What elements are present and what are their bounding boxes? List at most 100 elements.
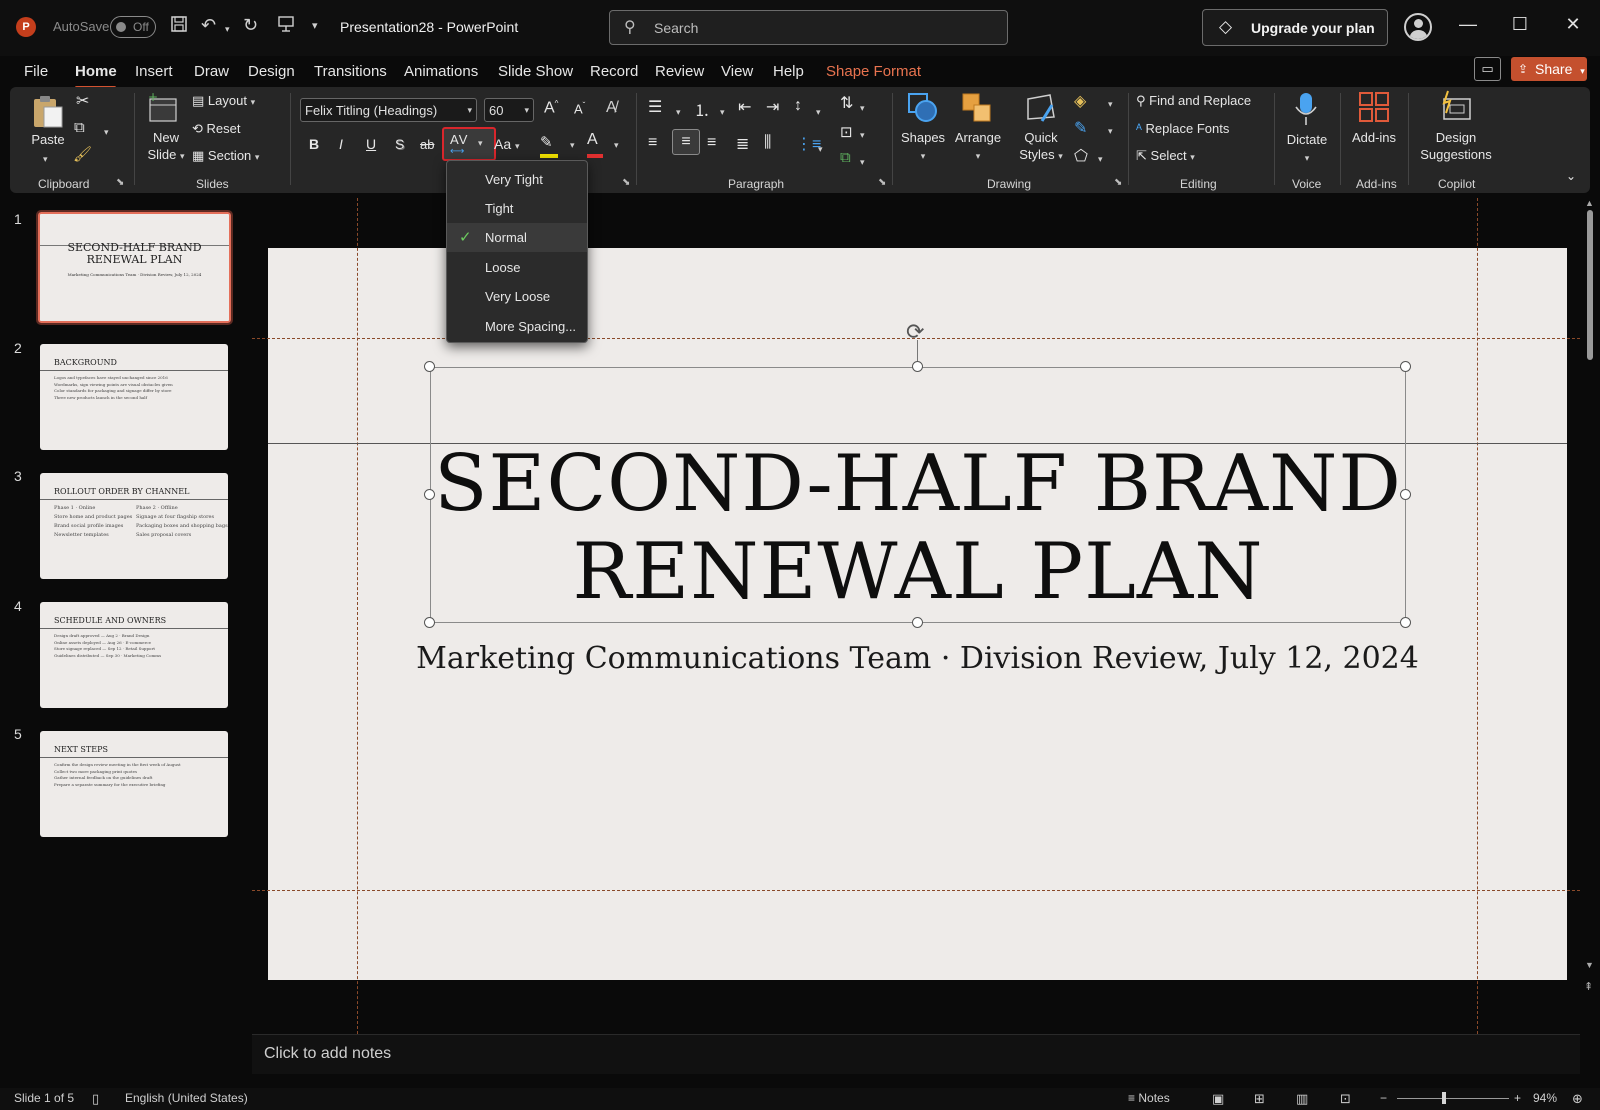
- redo-icon[interactable]: ↻: [243, 15, 258, 36]
- zoom-in-icon[interactable]: +: [1514, 1091, 1521, 1105]
- shape-fill-icon[interactable]: ◈: [1074, 91, 1086, 111]
- undo-dropdown-icon[interactable]: ▾: [225, 20, 230, 35]
- paste-icon[interactable]: [30, 93, 64, 129]
- slide-sorter-icon[interactable]: ⊞: [1254, 1091, 1265, 1107]
- reading-view-icon[interactable]: ▥: [1296, 1091, 1308, 1107]
- text-direction-dropdown-icon[interactable]: ▾: [860, 99, 865, 114]
- cut-icon[interactable]: ✂: [76, 91, 89, 111]
- strikethrough-button[interactable]: ab: [420, 137, 434, 152]
- notes-toggle[interactable]: ≡ Notes: [1128, 1091, 1170, 1105]
- present-icon[interactable]: [277, 15, 295, 38]
- tab-draw[interactable]: Draw: [194, 63, 229, 80]
- text-shadow-button[interactable]: S: [395, 136, 404, 152]
- underline-button[interactable]: U: [366, 136, 376, 152]
- arrange-icon[interactable]: [960, 91, 994, 128]
- text-direction-icon[interactable]: ⇅: [840, 93, 853, 113]
- dictate-button[interactable]: Dictate ▾: [1282, 131, 1332, 167]
- highlight-color-button[interactable]: ✎: [540, 133, 558, 158]
- font-size-select[interactable]: 60 ▾: [484, 98, 534, 122]
- clipboard-launcher-icon[interactable]: ⬊: [116, 177, 124, 188]
- search-box[interactable]: ⚲ Search: [609, 10, 1008, 45]
- language-indicator[interactable]: English (United States): [125, 1091, 248, 1105]
- change-case-button[interactable]: Aa ▾: [494, 136, 520, 152]
- zoom-out-icon[interactable]: −: [1380, 1091, 1387, 1105]
- add-ins-icon[interactable]: [1358, 91, 1390, 126]
- resize-handle[interactable]: [424, 361, 435, 372]
- shape-fill-dropdown-icon[interactable]: ▾: [1108, 95, 1113, 110]
- find-replace-button[interactable]: ⚲ Find and Replace: [1136, 93, 1251, 109]
- vertical-scrollbar[interactable]: ▲ ▼ ⇞: [1584, 198, 1596, 1013]
- section-button[interactable]: ▦ Section ▾: [192, 148, 259, 164]
- comments-icon[interactable]: ▭: [1474, 57, 1501, 81]
- slide-subtitle[interactable]: Marketing Communications Team · Division…: [268, 641, 1567, 676]
- align-text-icon[interactable]: ⊡: [840, 123, 853, 141]
- slide-thumbnail-2[interactable]: BACKGROUND Logos and typefaces have stay…: [40, 344, 228, 450]
- columns-dropdown-icon[interactable]: ▾: [818, 140, 823, 155]
- customize-qat-icon[interactable]: ▾: [312, 19, 318, 32]
- design-suggestions-icon[interactable]: [1438, 89, 1474, 126]
- bullets-dropdown-icon[interactable]: ▾: [676, 103, 681, 118]
- zoom-level[interactable]: 94%: [1533, 1091, 1557, 1105]
- arrange-button[interactable]: Arrange ▾: [952, 129, 1004, 165]
- scroll-down-icon[interactable]: ▼: [1585, 960, 1594, 970]
- collapse-ribbon-icon[interactable]: ⌄: [1566, 169, 1576, 183]
- design-suggestions-button[interactable]: Design Suggestions: [1418, 129, 1494, 163]
- shapes-icon[interactable]: [906, 91, 940, 128]
- decrease-font-size-icon[interactable]: Aˇ: [574, 101, 585, 116]
- paragraph-launcher-icon[interactable]: ⬊: [878, 177, 886, 188]
- shape-effects-dropdown-icon[interactable]: ▾: [1098, 150, 1103, 165]
- resize-handle[interactable]: [1400, 617, 1411, 628]
- minimize-icon[interactable]: —: [1453, 14, 1483, 35]
- align-left-icon[interactable]: ≡: [648, 134, 657, 152]
- slide-title[interactable]: SECOND-HALF BRAND RENEWAL PLAN: [430, 440, 1406, 616]
- line-spacing-dropdown-icon[interactable]: ▾: [816, 103, 821, 118]
- avatar[interactable]: [1404, 13, 1432, 41]
- select-button[interactable]: ⇱ Select ▾: [1136, 148, 1195, 164]
- menu-item-loose[interactable]: Loose: [447, 253, 587, 282]
- paste-button[interactable]: Paste: [28, 131, 68, 148]
- accessibility-icon[interactable]: ▯: [92, 1091, 99, 1107]
- align-text-dropdown-icon[interactable]: ▾: [860, 126, 865, 141]
- quick-styles-icon[interactable]: [1024, 91, 1058, 128]
- scroll-up-icon[interactable]: ▲: [1585, 198, 1594, 208]
- tab-review[interactable]: Review: [655, 63, 704, 80]
- reset-button[interactable]: ⟲ Reset: [192, 121, 241, 137]
- resize-handle[interactable]: [1400, 361, 1411, 372]
- character-spacing-button[interactable]: AV ⟷ ▾: [442, 127, 496, 161]
- drawing-launcher-icon[interactable]: ⬊: [1114, 177, 1122, 188]
- menu-item-normal[interactable]: ✓ Normal: [447, 223, 587, 252]
- smartart-dropdown-icon[interactable]: ▾: [860, 153, 865, 168]
- font-color-dropdown-icon[interactable]: ▾: [614, 136, 619, 151]
- paste-dropdown-icon[interactable]: ▾: [43, 150, 48, 165]
- undo-icon[interactable]: ↶: [201, 15, 216, 36]
- tab-insert[interactable]: Insert: [135, 63, 173, 80]
- quick-styles-button[interactable]: Quick Styles ▾: [1014, 129, 1068, 165]
- notes-pane[interactable]: Click to add notes: [252, 1034, 1580, 1074]
- format-painter-icon[interactable]: 🖌: [73, 145, 92, 163]
- increase-font-size-icon[interactable]: A^: [544, 99, 558, 117]
- copy-dropdown-icon[interactable]: ▾: [104, 123, 109, 138]
- align-right-icon[interactable]: ≡: [707, 134, 716, 152]
- slide-thumbnail-4[interactable]: SCHEDULE AND OWNERS Design draft approve…: [40, 602, 228, 708]
- tab-view[interactable]: View: [721, 63, 753, 80]
- save-icon[interactable]: [170, 15, 188, 38]
- numbering-icon[interactable]: ⒈: [694, 97, 710, 121]
- tab-file[interactable]: File: [24, 63, 48, 80]
- bullets-icon[interactable]: ☰: [648, 97, 662, 117]
- menu-item-tight[interactable]: Tight: [447, 194, 587, 223]
- maximize-icon[interactable]: ☐: [1505, 14, 1535, 35]
- shape-outline-dropdown-icon[interactable]: ▾: [1108, 122, 1113, 137]
- italic-button[interactable]: I: [339, 136, 343, 152]
- slideshow-view-icon[interactable]: ⊡: [1340, 1091, 1351, 1107]
- menu-item-more-spacing[interactable]: More Spacing...: [447, 312, 587, 341]
- layout-button[interactable]: ▤ Layout ▾: [192, 93, 255, 109]
- font-launcher-icon[interactable]: ⬊: [622, 177, 630, 188]
- shapes-button[interactable]: Shapes ▾: [900, 129, 946, 165]
- shape-outline-icon[interactable]: ✎: [1074, 118, 1087, 138]
- slide-thumbnail-1[interactable]: SECOND-HALF BRAND RENEWAL PLAN Marketing…: [36, 210, 233, 325]
- line-spacing-icon[interactable]: ↕: [794, 97, 802, 115]
- zoom-slider-track[interactable]: [1397, 1098, 1509, 1099]
- resize-handle[interactable]: [424, 617, 435, 628]
- smartart-icon[interactable]: ⧉: [840, 149, 851, 166]
- scrollbar-thumb[interactable]: [1587, 210, 1593, 360]
